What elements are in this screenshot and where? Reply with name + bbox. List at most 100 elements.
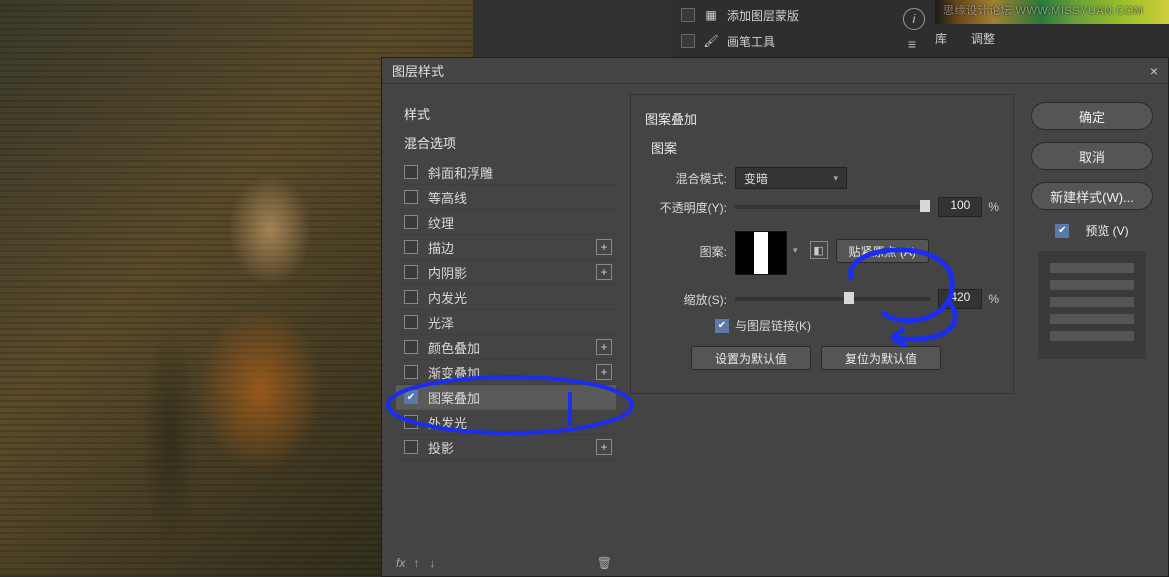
dialog-right-column: 确定 取消 新建样式(W)... 预览 (V) [1028, 102, 1156, 359]
opacity-slider[interactable] [735, 205, 930, 209]
link-with-layer-label: 与图层链接(K) [735, 317, 811, 334]
action-checkbox[interactable] [681, 8, 695, 22]
style-row-3[interactable]: 描边+ [396, 235, 616, 260]
panel-group: 图案 [651, 138, 999, 157]
cancel-button[interactable]: 取消 [1031, 142, 1153, 170]
style-label: 纹理 [428, 213, 454, 232]
new-style-button[interactable]: 新建样式(W)... [1031, 182, 1153, 210]
ok-button[interactable]: 确定 [1031, 102, 1153, 130]
add-effect-icon[interactable]: + [596, 264, 612, 280]
info-icon[interactable]: i [903, 8, 925, 30]
action-label: 画笔工具 [727, 33, 775, 50]
set-default-button[interactable]: 设置为默认值 [691, 346, 811, 370]
dialog-titlebar: 图层样式 × [382, 58, 1168, 84]
style-label: 光泽 [428, 313, 454, 332]
blend-mode-value: 变暗 [744, 170, 768, 187]
style-row-0[interactable]: 斜面和浮雕 [396, 160, 616, 185]
style-row-2[interactable]: 纹理 [396, 210, 616, 235]
blend-mode-dropdown[interactable]: 变暗 ▾ [735, 167, 847, 189]
style-checkbox[interactable] [404, 390, 418, 404]
dock-icon[interactable]: ≡ [908, 36, 916, 52]
dialog-footer: fx ↑ ↓ 🗑 [396, 550, 616, 576]
opacity-label: 不透明度(Y): [645, 199, 735, 216]
action-row-mask[interactable]: ▦ 添加图层蒙版 [681, 2, 881, 28]
preview-checkbox[interactable] [1055, 224, 1069, 238]
watermark-text: 思缘设计论坛 WWW.MISSYUAN.COM [943, 2, 1143, 18]
link-with-layer-checkbox[interactable] [715, 319, 729, 333]
preview-line [1050, 331, 1134, 341]
style-row-5[interactable]: 内发光 [396, 285, 616, 310]
opacity-unit: % [988, 200, 999, 214]
action-checkbox[interactable] [681, 34, 695, 48]
style-row-8[interactable]: 渐变叠加 + [396, 360, 616, 385]
close-icon[interactable]: × [1150, 63, 1158, 79]
style-checkbox[interactable] [404, 265, 418, 279]
scale-label: 缩放(S): [645, 291, 735, 308]
style-row-10[interactable]: 外发光 [396, 410, 616, 435]
pattern-swatch[interactable] [735, 231, 787, 275]
action-row-brush[interactable]: 🖌 画笔工具 [681, 28, 881, 54]
dialog-title-text: 图层样式 [392, 61, 444, 80]
scale-unit: % [988, 292, 999, 306]
panel-title: 图案叠加 [645, 109, 999, 128]
style-checkbox[interactable] [404, 365, 418, 379]
tab-library[interactable]: 库 [935, 30, 947, 47]
add-effect-icon[interactable]: + [596, 339, 612, 355]
snap-origin-button[interactable]: 贴紧原点 (A) [836, 239, 929, 263]
brush-icon: 🖌 [703, 33, 719, 49]
slider-thumb[interactable] [920, 200, 930, 212]
styles-header[interactable]: 样式 [404, 104, 616, 123]
chevron-down-icon[interactable]: ▾ [793, 245, 798, 256]
style-label: 渐变叠加 [428, 363, 480, 382]
style-row-7[interactable]: 颜色叠加 + [396, 335, 616, 360]
add-effect-icon[interactable]: + [596, 439, 612, 455]
pattern-overlay-panel: 图案叠加 图案 混合模式: 变暗 ▾ 不透明度(Y): 100 % 图案: [630, 94, 1014, 394]
style-row-1[interactable]: 等高线 [396, 185, 616, 210]
fx-icon[interactable]: fx [396, 556, 405, 570]
preview-line [1050, 263, 1134, 273]
style-checkbox[interactable] [404, 440, 418, 454]
style-checkbox[interactable] [404, 240, 418, 254]
mask-icon: ▦ [703, 7, 719, 23]
reset-default-button[interactable]: 复位为默认值 [821, 346, 941, 370]
blend-mode-label: 混合模式: [645, 170, 735, 187]
preview-box [1038, 251, 1146, 359]
style-label: 斜面和浮雕 [428, 163, 493, 182]
trash-icon[interactable]: 🗑 [597, 556, 612, 570]
style-label: 投影 [428, 438, 454, 457]
preview-line [1050, 314, 1134, 324]
blending-options[interactable]: 混合选项 [404, 133, 616, 152]
style-checkbox[interactable] [404, 415, 418, 429]
chevron-down-icon: ▾ [833, 173, 838, 184]
style-row-6[interactable]: 光泽 [396, 310, 616, 335]
arrow-up-icon[interactable]: ↑ [413, 556, 419, 570]
style-label: 等高线 [428, 188, 467, 207]
styles-column: 样式 混合选项 斜面和浮雕等高线纹理描边+内阴影+内发光光泽颜色叠加 + 渐变叠加 +… [396, 98, 616, 460]
add-effect-icon[interactable]: + [596, 364, 612, 380]
style-checkbox[interactable] [404, 190, 418, 204]
action-label: 添加图层蒙版 [727, 7, 799, 24]
arrow-down-icon[interactable]: ↓ [429, 556, 435, 570]
preview-row[interactable]: 预览 (V) [1055, 222, 1128, 239]
add-effect-icon[interactable]: + [596, 239, 612, 255]
style-label: 颜色叠加 [428, 338, 480, 357]
slider-thumb[interactable] [844, 292, 854, 304]
tab-adjust[interactable]: 调整 [971, 30, 995, 47]
link-with-layer-row[interactable]: 与图层链接(K) [715, 317, 999, 334]
style-checkbox[interactable] [404, 315, 418, 329]
snap-origin-icon[interactable]: ◧ [810, 241, 828, 259]
opacity-input[interactable]: 100 [938, 197, 982, 217]
scale-input[interactable]: 420 [938, 289, 982, 309]
scale-slider[interactable] [735, 297, 930, 301]
preview-label: 预览 (V) [1085, 222, 1128, 239]
style-row-4[interactable]: 内阴影+ [396, 260, 616, 285]
style-checkbox[interactable] [404, 340, 418, 354]
style-checkbox[interactable] [404, 215, 418, 229]
preview-line [1050, 297, 1134, 307]
style-checkbox[interactable] [404, 165, 418, 179]
style-row-9[interactable]: 图案叠加 [396, 385, 616, 410]
style-checkbox[interactable] [404, 290, 418, 304]
top-right-panel: ▦ 添加图层蒙版 🖌 画笔工具 i 思缘设计论坛 WWW.MISSYUAN.CO… [673, 0, 1169, 57]
layer-style-dialog: 图层样式 × 样式 混合选项 斜面和浮雕等高线纹理描边+内阴影+内发光光泽颜色叠… [381, 57, 1169, 577]
style-row-11[interactable]: 投影 + [396, 435, 616, 460]
